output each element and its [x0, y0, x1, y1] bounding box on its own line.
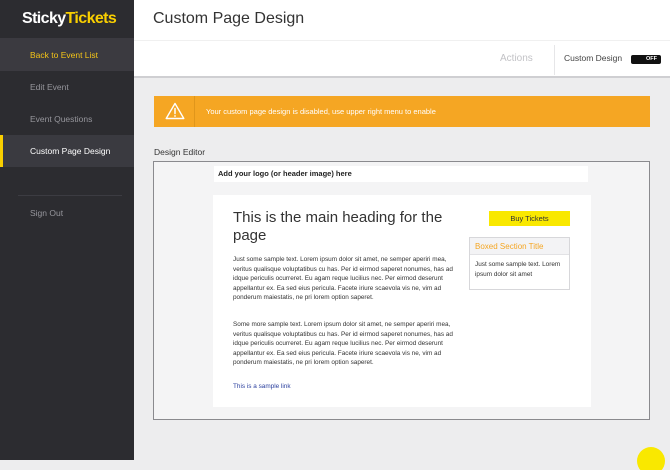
- custom-design-label: Custom Design: [564, 53, 623, 63]
- top-header: Custom Page Design: [134, 0, 670, 40]
- warning-banner: Your custom page design is disabled, use…: [154, 96, 650, 127]
- sidebar-item-back-to-event-list[interactable]: Back to Event List: [0, 39, 134, 71]
- custom-design-toggle[interactable]: OFF: [631, 55, 661, 64]
- warning-divider: [194, 96, 195, 127]
- sidebar-item-event-questions[interactable]: Event Questions: [0, 103, 134, 135]
- action-divider: [554, 45, 555, 75]
- logo-placeholder[interactable]: Add your logo (or header image) here: [214, 166, 588, 182]
- sidebar: StickyTickets Back to Event List Edit Ev…: [0, 0, 134, 460]
- brand-part-1: Sticky: [22, 10, 66, 27]
- main-heading[interactable]: This is the main heading for the page: [233, 209, 453, 245]
- design-editor-label: Design Editor: [154, 147, 206, 157]
- action-bar: Actions Custom Design OFF: [134, 40, 670, 78]
- sample-paragraph-2[interactable]: Some more sample text. Lorem ipsum dolor…: [233, 320, 461, 368]
- boxed-section-title: Boxed Section Title: [470, 238, 569, 255]
- boxed-section-body: Just some sample text. Lorem ipsum dolor…: [475, 261, 561, 278]
- warning-icon: [165, 102, 185, 120]
- sample-paragraph-1[interactable]: Just some sample text. Lorem ipsum dolor…: [233, 255, 461, 303]
- page-title: Custom Page Design: [153, 10, 305, 27]
- brand-logo[interactable]: StickyTickets: [22, 10, 117, 28]
- sidebar-item-edit-event[interactable]: Edit Event: [0, 71, 134, 103]
- brand-part-2: Tickets: [65, 10, 117, 27]
- boxed-section[interactable]: Boxed Section Title Just some sample tex…: [469, 237, 570, 290]
- warning-text: Your custom page design is disabled, use…: [206, 107, 436, 116]
- sidebar-divider: [18, 195, 122, 196]
- design-editor[interactable]: Add your logo (or header image) here Thi…: [153, 161, 650, 420]
- buy-tickets-button[interactable]: Buy Tickets: [489, 211, 570, 226]
- help-bubble[interactable]: [637, 447, 665, 470]
- content-area: This is the main heading for the page Ju…: [213, 195, 591, 407]
- actions-menu[interactable]: Actions: [500, 53, 533, 64]
- sample-link[interactable]: This is a sample link: [233, 383, 291, 390]
- sidebar-item-custom-page-design[interactable]: Custom Page Design: [0, 135, 134, 167]
- sidebar-item-sign-out[interactable]: Sign Out: [0, 197, 134, 229]
